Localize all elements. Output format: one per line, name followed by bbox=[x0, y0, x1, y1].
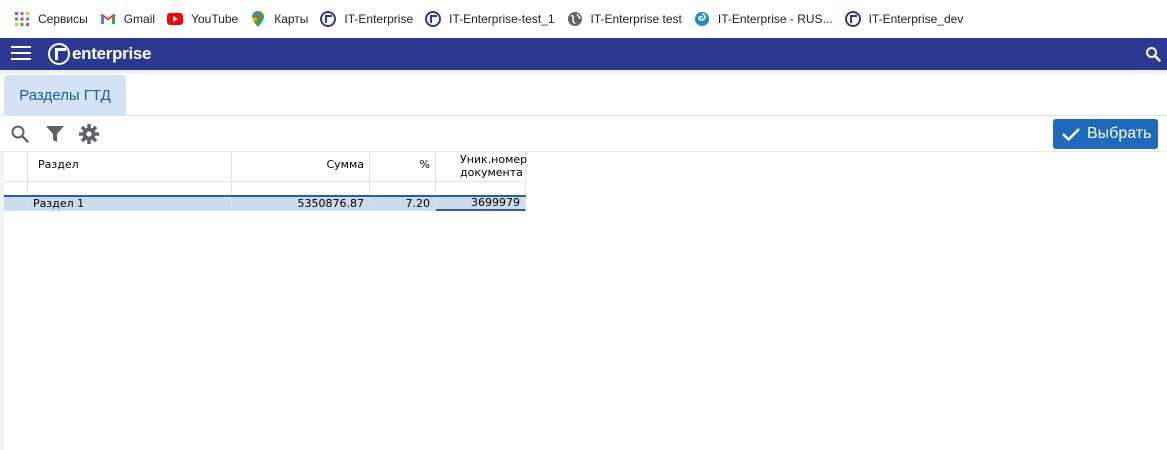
bookmark-label: YouTube bbox=[191, 12, 239, 26]
bookmark-label: Сервисы bbox=[38, 12, 88, 26]
it-enterprise-icon bbox=[425, 11, 442, 27]
check-icon bbox=[1062, 128, 1080, 142]
filter-icon[interactable] bbox=[44, 123, 66, 145]
bookmark-services[interactable]: Сервисы bbox=[12, 5, 96, 33]
header-divider bbox=[0, 70, 1167, 74]
app-header: enterprise bbox=[0, 38, 1167, 70]
cell-section[interactable]: Раздел 1 bbox=[28, 197, 232, 211]
grid-filter-row bbox=[4, 181, 526, 195]
bookmark-maps[interactable]: Карты bbox=[248, 5, 316, 33]
bookmark-youtube[interactable]: YouTube bbox=[165, 5, 246, 33]
logo-text: enterprise bbox=[72, 44, 152, 63]
bookmark-label: IT-Enterprise_dev bbox=[868, 12, 964, 26]
tab-label: Разделы ГТД bbox=[19, 86, 111, 104]
it-enterprise-icon bbox=[320, 11, 337, 27]
filter-cell-section[interactable] bbox=[28, 182, 232, 195]
cell-percent[interactable]: 7.20 bbox=[370, 197, 436, 211]
bookmark-it-enterprise-rus[interactable]: IT-Enterprise - RUS... bbox=[692, 5, 841, 33]
sections-grid: Раздел Сумма % Уник.номер документа Разд… bbox=[4, 152, 527, 211]
app-logo[interactable]: enterprise bbox=[48, 43, 152, 65]
bookmarks-bar: Сервисы Gmail YouTube Карты IT-Enterpris… bbox=[0, 0, 1167, 38]
bookmark-label: IT-Enterprise-test_1 bbox=[449, 12, 555, 26]
bookmark-label: IT-Enterprise test bbox=[590, 12, 682, 26]
it-logo-icon bbox=[48, 43, 70, 65]
gear-icon[interactable] bbox=[78, 123, 100, 145]
globe-icon bbox=[567, 11, 583, 27]
bookmark-label: IT-Enterprise - RUS... bbox=[717, 12, 833, 26]
youtube-icon bbox=[167, 11, 184, 27]
apps-grid-icon bbox=[14, 11, 30, 27]
hamburger-menu-icon[interactable] bbox=[11, 46, 31, 62]
bookmark-it-enterprise[interactable]: IT-Enterprise bbox=[318, 5, 421, 33]
filter-indicator bbox=[4, 182, 28, 195]
grid-header-row: Раздел Сумма % Уник.номер документа bbox=[4, 152, 527, 181]
search-icon[interactable] bbox=[1145, 46, 1161, 62]
filter-cell-percent[interactable] bbox=[370, 182, 436, 195]
gmail-icon bbox=[100, 11, 116, 27]
bookmark-label: IT-Enterprise bbox=[344, 12, 414, 26]
swirl-icon bbox=[694, 11, 710, 27]
filter-cell-doc-number[interactable] bbox=[436, 182, 526, 195]
maps-pin-icon bbox=[250, 11, 266, 27]
search-icon[interactable] bbox=[9, 123, 31, 145]
column-header-percent[interactable]: % bbox=[370, 152, 436, 181]
table-row[interactable]: Раздел 1 5350876.87 7.20 3699979 bbox=[4, 197, 526, 211]
it-enterprise-icon bbox=[844, 11, 861, 27]
column-header-amount[interactable]: Сумма bbox=[232, 152, 370, 181]
select-button-label: Выбрать bbox=[1087, 125, 1152, 142]
cell-doc-number[interactable]: 3699979 bbox=[436, 197, 526, 211]
bookmark-label: Карты bbox=[274, 12, 309, 26]
bookmark-gmail[interactable]: Gmail bbox=[98, 5, 163, 33]
column-header-section[interactable]: Раздел bbox=[28, 152, 232, 181]
tab-customs-sections[interactable]: Разделы ГТД bbox=[4, 75, 126, 115]
filter-cell-amount[interactable] bbox=[232, 182, 370, 195]
column-header-doc-number[interactable]: Уник.номер документа bbox=[436, 152, 527, 181]
bookmark-it-enterprise-test[interactable]: IT-Enterprise test bbox=[565, 5, 690, 33]
row-indicator-header bbox=[4, 152, 28, 181]
cell-amount[interactable]: 5350876.87 bbox=[232, 197, 370, 211]
tab-divider bbox=[0, 115, 1167, 116]
bookmark-label: Gmail bbox=[123, 12, 156, 26]
select-button[interactable]: Выбрать bbox=[1053, 119, 1158, 149]
row-indicator bbox=[4, 197, 28, 211]
bookmark-it-enterprise-test-1[interactable]: IT-Enterprise-test_1 bbox=[423, 5, 562, 33]
bookmark-it-enterprise-dev[interactable]: IT-Enterprise_dev bbox=[843, 5, 972, 33]
